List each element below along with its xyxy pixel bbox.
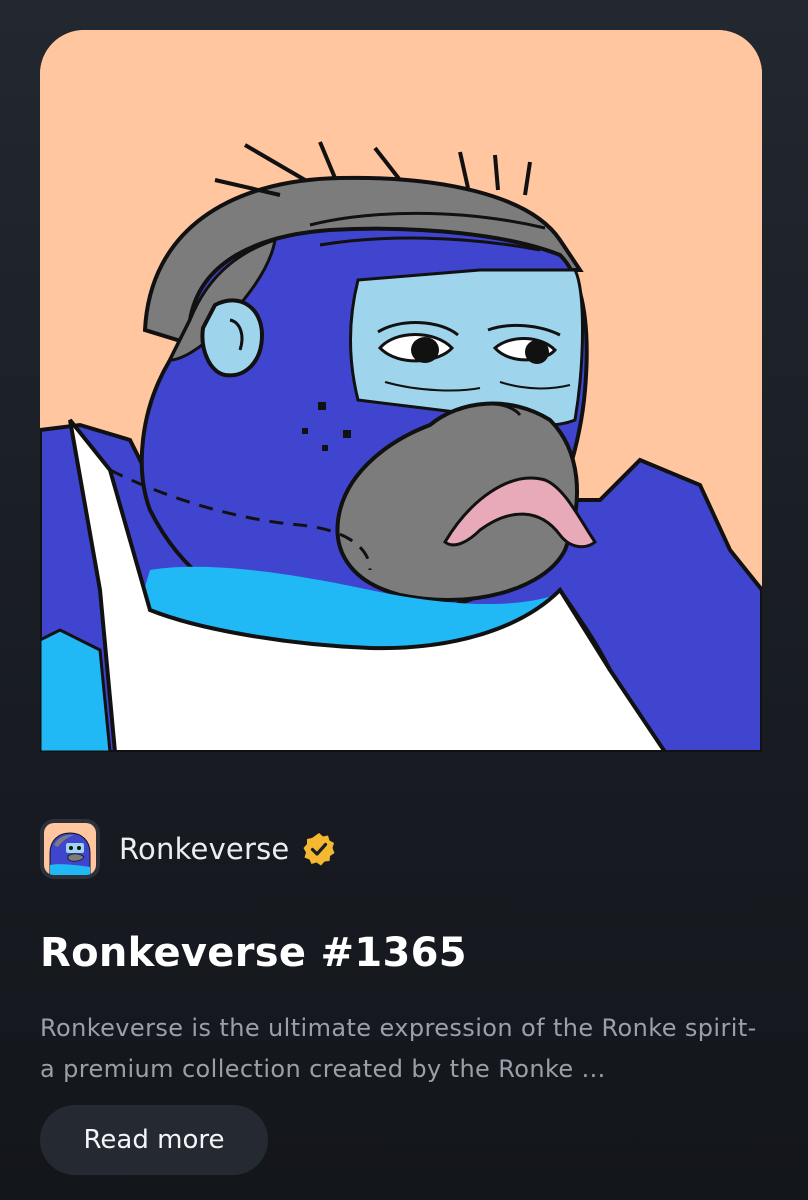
gorilla-artwork-icon — [40, 30, 762, 752]
collection-row: Ronkeverse — [40, 818, 337, 880]
nft-title: Ronkeverse #1365 — [40, 930, 467, 976]
verified-badge-icon — [303, 833, 335, 866]
collection-avatar[interactable] — [40, 819, 100, 879]
read-more-button[interactable]: Read more — [40, 1105, 268, 1175]
collection-name[interactable]: Ronkeverse — [119, 832, 289, 866]
nft-image[interactable] — [40, 30, 762, 752]
collection-avatar-icon — [44, 823, 96, 875]
nft-description: Ronkeverse is the ultimate expression of… — [40, 1014, 757, 1083]
nft-card: Ronkeverse Ronkeverse #1365 Ronkeverse i… — [0, 0, 808, 1200]
